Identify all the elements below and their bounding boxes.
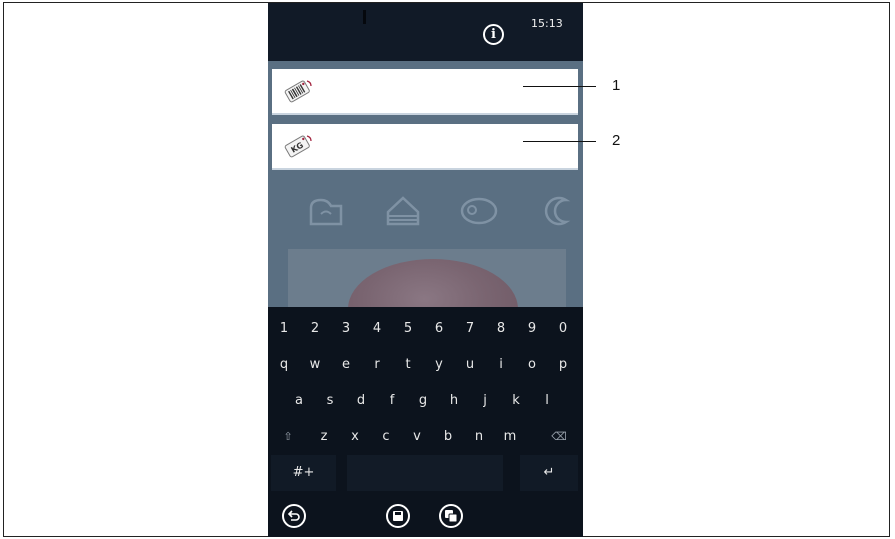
key-q[interactable]: q [271,347,297,383]
key-u[interactable]: u [457,347,483,383]
key-g[interactable]: g [410,383,436,419]
key-x[interactable]: x [342,419,368,455]
category-row [268,190,583,236]
key-2[interactable]: 2 [302,311,328,347]
clock: 15:13 [531,17,563,30]
key-f[interactable]: f [379,383,405,419]
callout-line-1 [523,86,596,87]
device-screen: i 15:13 KG 1 2 3 4 5 6 7 8 9 0 q w e r t… [268,3,583,537]
key-6[interactable]: 6 [426,311,452,347]
key-9[interactable]: 9 [519,311,545,347]
symbols-key[interactable]: #+ [271,455,336,491]
key-o[interactable]: o [519,347,545,383]
keyboard-row-zxcv: ⇧ z x c v b n m ⌫ [268,419,583,457]
enter-key[interactable]: ↵ [520,455,578,491]
key-3[interactable]: 3 [333,311,359,347]
onscreen-keyboard: 1 2 3 4 5 6 7 8 9 0 q w e r t y u i o p … [268,307,583,497]
key-l[interactable]: l [534,383,560,419]
key-7[interactable]: 7 [457,311,483,347]
key-m[interactable]: m [497,419,523,455]
cake-icon[interactable] [383,192,423,230]
callout-label-2: 2 [612,132,621,149]
steak-icon[interactable] [458,194,500,228]
callout-line-2 [523,141,596,142]
key-h[interactable]: h [441,383,467,419]
key-n[interactable]: n [466,419,492,455]
key-y[interactable]: y [426,347,452,383]
product-image [288,249,566,307]
camera-notch [363,10,366,24]
shift-key[interactable]: ⇧ [271,419,305,455]
back-icon[interactable] [282,504,306,528]
croissant-icon[interactable] [536,194,576,228]
key-t[interactable]: t [395,347,421,383]
key-r[interactable]: r [364,347,390,383]
keyboard-row-asdf: a s d f g h j k l [268,383,583,421]
space-key[interactable] [347,455,503,491]
key-p[interactable]: p [550,347,576,383]
bread-icon[interactable] [306,194,346,230]
info-icon[interactable]: i [483,24,504,45]
key-5[interactable]: 5 [395,311,421,347]
key-j[interactable]: j [472,383,498,419]
key-0[interactable]: 0 [550,311,576,347]
key-k[interactable]: k [503,383,529,419]
keyboard-row-bottom: #+ ↵ [268,455,583,493]
save-as-icon[interactable] [439,504,463,528]
callout-label-1: 1 [612,77,621,94]
key-a[interactable]: a [286,383,312,419]
key-1[interactable]: 1 [271,311,297,347]
keyboard-row-numbers: 1 2 3 4 5 6 7 8 9 0 [268,311,583,349]
kg-tag-icon: KG [284,135,312,158]
key-c[interactable]: c [373,419,399,455]
barcode-tag-icon [284,80,312,103]
key-w[interactable]: w [302,347,328,383]
save-icon[interactable] [386,504,410,528]
key-4[interactable]: 4 [364,311,390,347]
barcode-field[interactable] [272,69,578,113]
key-8[interactable]: 8 [488,311,514,347]
status-bar: i 15:13 [268,3,583,61]
backspace-key[interactable]: ⌫ [542,419,576,455]
key-z[interactable]: z [311,419,337,455]
barcode-input[interactable] [318,77,572,107]
key-s[interactable]: s [317,383,343,419]
key-i[interactable]: i [488,347,514,383]
bottom-nav [268,497,583,537]
key-b[interactable]: b [435,419,461,455]
weight-input[interactable] [318,132,572,162]
key-d[interactable]: d [348,383,374,419]
meat-photo [348,259,518,307]
keyboard-row-qwerty: q w e r t y u i o p [268,347,583,385]
key-e[interactable]: e [333,347,359,383]
key-v[interactable]: v [404,419,430,455]
weight-field[interactable]: KG [272,124,578,168]
